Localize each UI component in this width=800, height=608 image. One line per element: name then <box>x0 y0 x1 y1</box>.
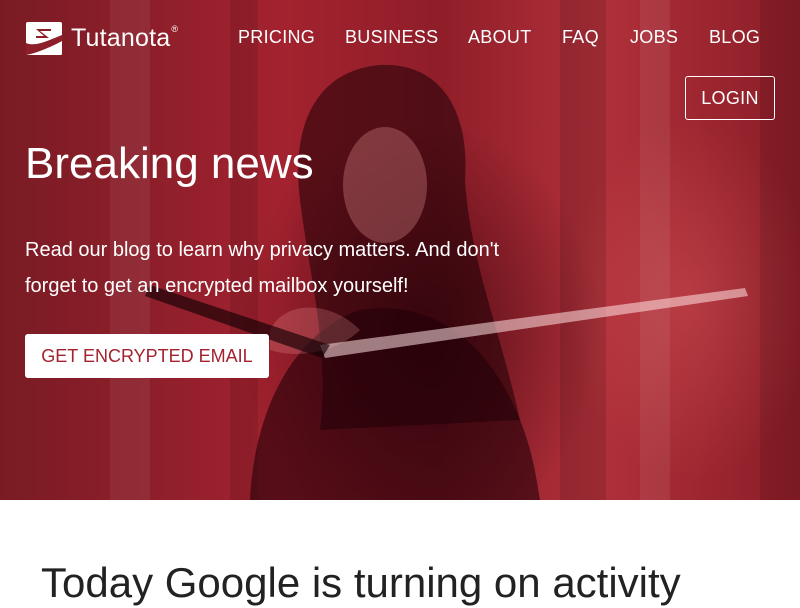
article-title: Today Google is turning on activity <box>41 559 681 606</box>
nav-item-jobs[interactable]: JOBS <box>630 26 678 48</box>
hero-headline: Breaking news <box>25 139 314 188</box>
login-button[interactable]: LOGIN <box>685 76 775 120</box>
nav-item-faq[interactable]: FAQ <box>562 26 599 48</box>
get-encrypted-email-button[interactable]: GET ENCRYPTED EMAIL <box>25 334 269 378</box>
nav-item-business[interactable]: BUSINESS <box>345 26 438 48</box>
nav-item-pricing[interactable]: PRICING <box>238 26 315 48</box>
hero-banner: Tutanota ® PRICING BUSINESS ABOUT FAQ JO… <box>0 0 800 500</box>
hero-lead-text: Read our blog to learn why privacy matte… <box>25 239 500 297</box>
nav-item-blog[interactable]: BLOG <box>709 26 760 48</box>
main-nav: PRICING BUSINESS ABOUT FAQ JOBS BLOG <box>0 26 800 50</box>
nav-item-about[interactable]: ABOUT <box>468 26 532 48</box>
